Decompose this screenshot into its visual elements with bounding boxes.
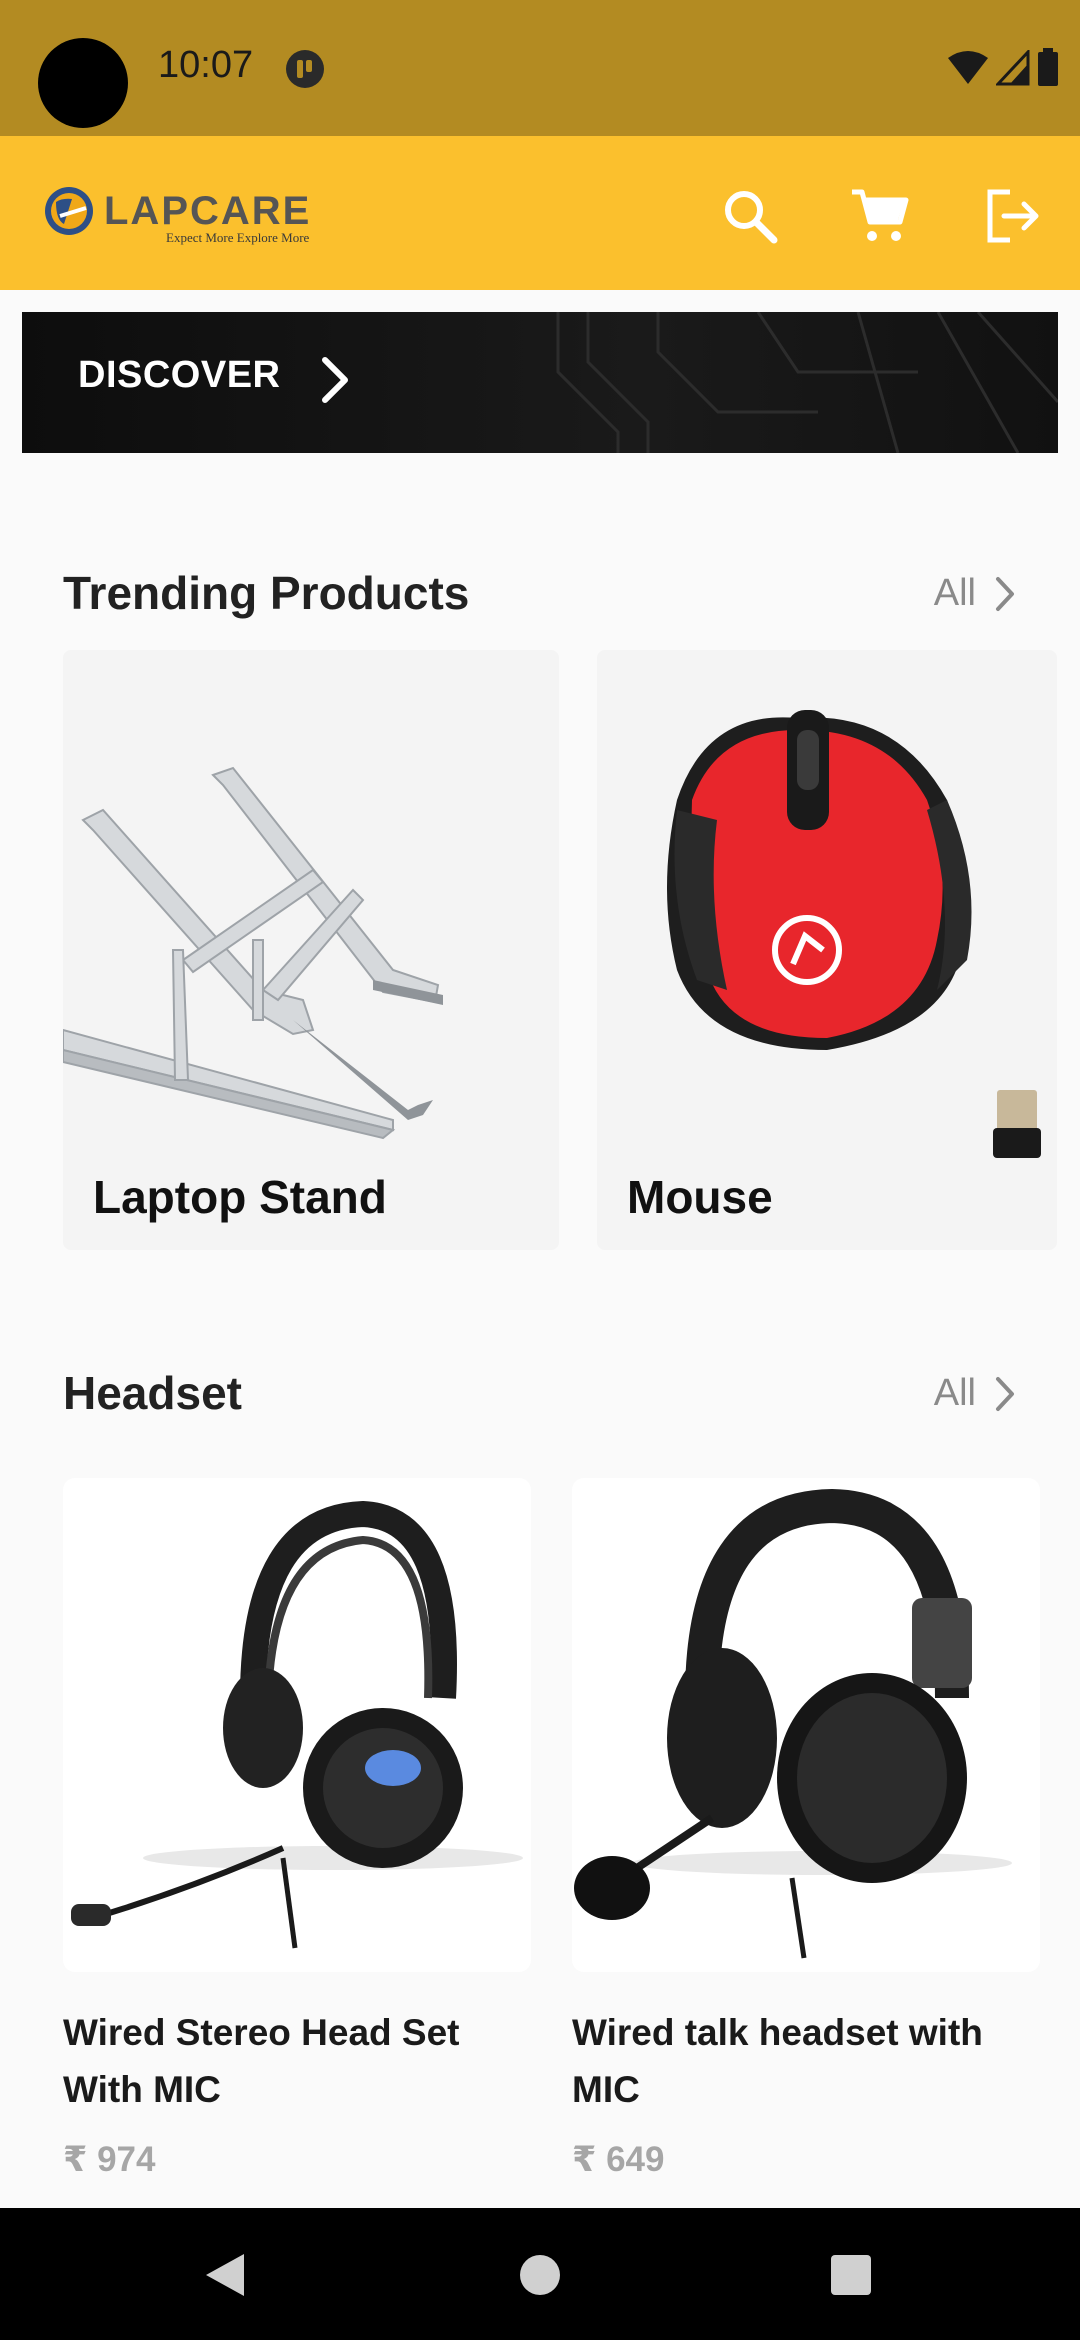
product-card-wired-stereo-headset[interactable] bbox=[63, 1478, 531, 1972]
headset-all-link[interactable]: All bbox=[934, 1372, 1016, 1415]
product-card-wired-talk-headset[interactable] bbox=[572, 1478, 1040, 1972]
logout-button[interactable] bbox=[980, 184, 1044, 248]
app-bar: LAPCARE Expect More Explore More bbox=[0, 136, 1080, 290]
back-icon[interactable] bbox=[204, 2252, 246, 2298]
chevron-right-icon bbox=[996, 576, 1014, 611]
signal-icon bbox=[996, 50, 1030, 86]
headset-section-title: Headset bbox=[63, 1367, 242, 1419]
recents-icon[interactable] bbox=[830, 2254, 872, 2296]
all-link-label: All bbox=[933, 1372, 976, 1414]
chevron-right-icon bbox=[322, 357, 348, 403]
home-icon[interactable] bbox=[519, 2254, 561, 2296]
trending-section-title: Trending Products bbox=[63, 567, 470, 619]
status-icons bbox=[946, 48, 1060, 88]
banner-circuit-pattern bbox=[556, 312, 1058, 453]
search-icon bbox=[725, 191, 778, 244]
trending-item-mouse[interactable]: Mouse bbox=[597, 650, 1057, 1250]
camera-cutout bbox=[38, 38, 128, 128]
wifi-icon bbox=[948, 51, 988, 84]
trending-item-laptop-stand[interactable]: Laptop Stand bbox=[63, 650, 559, 1250]
logout-icon bbox=[987, 189, 1039, 243]
product-name[interactable]: Wired Stereo Head Set With MIC bbox=[63, 2004, 503, 2118]
stereo-headset-image bbox=[71, 1500, 523, 1949]
mouse-image bbox=[667, 710, 1041, 1158]
data-saver-icon bbox=[286, 50, 324, 88]
talk-headset-image bbox=[574, 1488, 1012, 1959]
cart-icon bbox=[852, 189, 909, 241]
lapcare-logo-icon bbox=[45, 187, 93, 235]
trending-item-label: Mouse bbox=[627, 1171, 773, 1223]
product-name[interactable]: Wired talk headset with MIC bbox=[572, 2004, 1012, 2118]
chevron-right-icon bbox=[996, 1376, 1014, 1411]
all-link-label: All bbox=[933, 572, 976, 614]
product-price: ₹ 649 bbox=[572, 2140, 665, 2179]
trending-item-label: Laptop Stand bbox=[93, 1171, 387, 1223]
banner-label: DISCOVER bbox=[78, 354, 281, 396]
search-button[interactable] bbox=[718, 184, 782, 248]
battery-icon bbox=[1038, 48, 1058, 86]
brand-logo[interactable]: LAPCARE Expect More Explore More bbox=[42, 184, 312, 245]
product-price: ₹ 974 bbox=[63, 2140, 156, 2179]
cart-button[interactable] bbox=[848, 184, 912, 248]
brand-name: LAPCARE bbox=[104, 188, 312, 233]
brand-tagline: Expect More Explore More bbox=[166, 230, 310, 245]
system-nav-bar bbox=[0, 2208, 1080, 2340]
status-time: 10:07 bbox=[158, 44, 254, 86]
status-bar: 10:07 bbox=[0, 0, 1080, 136]
laptop-stand-image bbox=[63, 766, 443, 1140]
trending-all-link[interactable]: All bbox=[934, 572, 1016, 615]
discover-banner[interactable]: DISCOVER bbox=[22, 312, 1058, 453]
